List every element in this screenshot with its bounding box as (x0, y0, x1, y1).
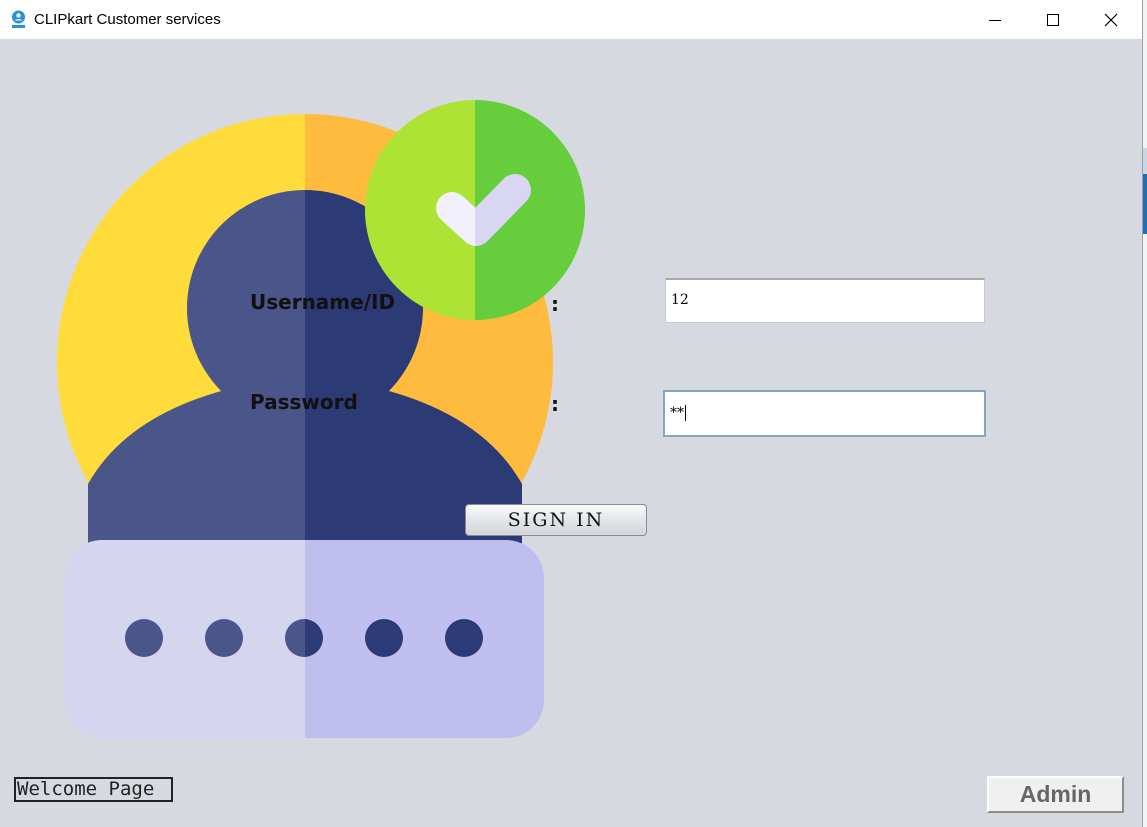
minimize-button[interactable] (966, 0, 1024, 39)
username-label: Username/ID (250, 290, 396, 314)
text-caret (685, 405, 686, 421)
user-verified-password-icon (57, 100, 585, 738)
password-label: Password (250, 390, 358, 414)
background-edge-accent (1143, 174, 1147, 234)
username-colon: : (551, 292, 559, 316)
app-window: CLIPkart Customer services Username/ID:… (0, 0, 1143, 827)
close-button[interactable] (1082, 0, 1140, 39)
welcome-page-button[interactable]: Welcome Page (14, 777, 173, 802)
password-field[interactable]: ** (663, 390, 986, 437)
background-window-edge (1143, 0, 1147, 827)
maximize-button[interactable] (1024, 0, 1082, 39)
minimize-icon (989, 19, 1001, 21)
username-value: 12 (671, 292, 689, 308)
password-colon: : (551, 392, 559, 416)
password-value: ** (670, 405, 684, 421)
close-icon (1104, 13, 1118, 26)
sign-in-button[interactable]: SIGN IN (465, 504, 647, 536)
admin-button[interactable]: Admin (987, 776, 1124, 813)
username-field[interactable]: 12 (665, 278, 985, 323)
background-edge-strip (1143, 148, 1147, 174)
maximize-icon (1047, 13, 1059, 26)
